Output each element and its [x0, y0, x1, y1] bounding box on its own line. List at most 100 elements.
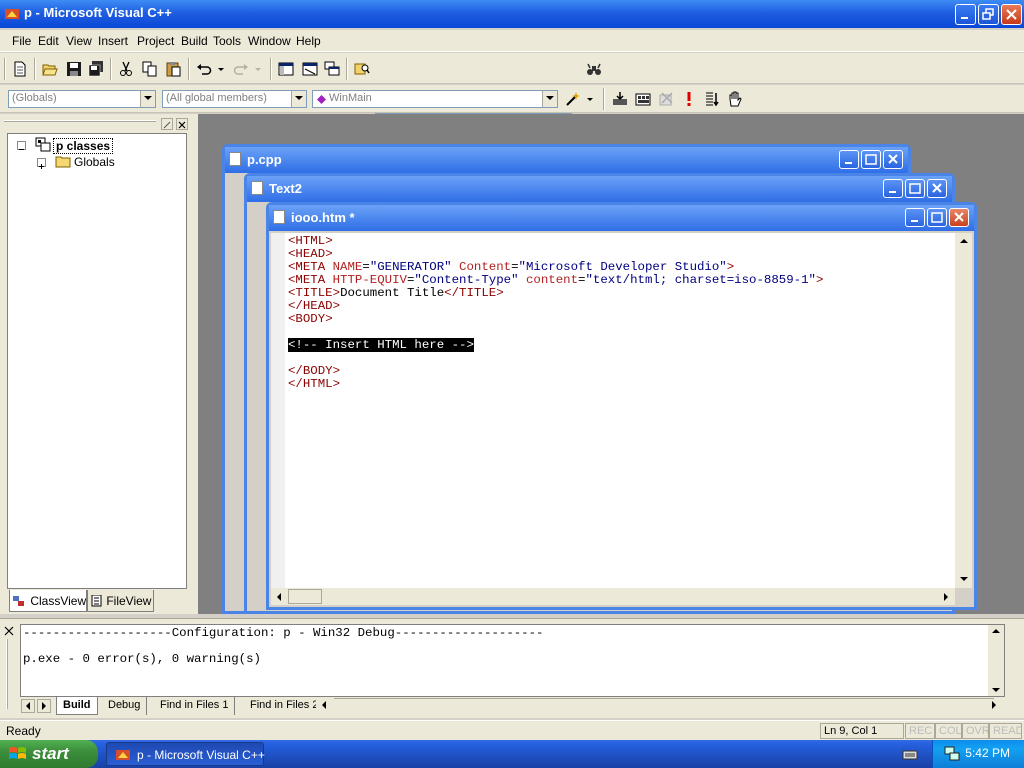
collapse-toggle[interactable] [17, 141, 26, 150]
wizard-action-dropdown[interactable] [584, 88, 596, 110]
document-title-bar[interactable]: Text2 [247, 176, 952, 202]
new-text-file-button[interactable] [9, 58, 31, 80]
redo-button[interactable] [230, 58, 252, 80]
title-bar[interactable]: p - Microsoft Visual C++ [0, 0, 1024, 28]
open-button[interactable] [39, 58, 61, 80]
menu-build[interactable]: Build [181, 34, 208, 48]
output-close-button[interactable] [4, 625, 14, 636]
tab-scroll-left[interactable] [21, 699, 35, 713]
function-combo[interactable]: WinMain [312, 90, 558, 108]
members-combo[interactable]: (All global members) [162, 90, 307, 108]
class-combo[interactable]: (Globals) [8, 90, 156, 108]
chevron-down-icon [546, 96, 554, 100]
close-button[interactable] [1001, 4, 1022, 25]
tab-build[interactable]: Build [56, 697, 98, 715]
tab-find-in-files-1[interactable]: Find in Files 1 [154, 697, 236, 715]
scroll-up-button[interactable] [955, 233, 972, 250]
document-minimize-button[interactable] [839, 150, 859, 169]
menu-insert[interactable]: Insert [98, 34, 128, 48]
document-title-bar[interactable]: iooo.htm * [269, 205, 974, 231]
editor-vertical-scrollbar[interactable] [955, 233, 972, 588]
output-text-area[interactable]: --------------------Configuration: p - W… [20, 624, 1005, 697]
breakpoint-button[interactable] [724, 88, 746, 110]
class-combo-dropdown[interactable] [140, 91, 155, 107]
undo-dropdown[interactable] [215, 58, 227, 80]
editor-gutter[interactable] [271, 233, 285, 588]
tree-root-label[interactable]: p classes [53, 138, 114, 154]
document-close-button[interactable] [949, 208, 969, 227]
panel-gripper[interactable] [4, 120, 156, 122]
tab-find-in-files-2[interactable]: Find in Files 2 [244, 697, 316, 715]
document-close-button[interactable] [927, 179, 947, 198]
tab-fileview[interactable]: FileView [87, 590, 154, 612]
toolbar-gripper[interactable] [4, 58, 6, 80]
menu-window[interactable]: Window [248, 34, 291, 48]
panel-close-button[interactable] [176, 118, 188, 130]
document-maximize-button[interactable] [861, 150, 881, 169]
document-title-bar[interactable]: p.cpp [225, 147, 908, 173]
taskbar-app-button[interactable]: p - Microsoft Visual C++ [106, 742, 265, 766]
network-icon[interactable] [943, 745, 961, 763]
compile-button[interactable] [609, 88, 631, 110]
menu-help[interactable]: Help [296, 34, 321, 48]
code-content[interactable]: <HTML> <HEAD> <META NAME="GENERATOR" Conte… [288, 235, 823, 391]
panel-restore-button[interactable] [161, 118, 173, 130]
go-button[interactable] [701, 88, 723, 110]
document-minimize-button[interactable] [883, 179, 903, 198]
document-close-button[interactable] [883, 150, 903, 169]
classes-icon [35, 137, 51, 152]
scroll-right-button[interactable] [938, 588, 955, 605]
minimize-button[interactable] [955, 4, 976, 25]
output-toggle-button[interactable] [299, 58, 321, 80]
chevron-down-icon [295, 96, 303, 100]
menu-view[interactable]: View [66, 34, 92, 48]
chevron-down-icon [144, 96, 152, 100]
tabs-scroll-left[interactable] [318, 699, 332, 713]
tab-scroll-right[interactable] [37, 699, 51, 713]
function-combo-dropdown[interactable] [542, 91, 557, 107]
menu-file[interactable]: File [12, 34, 31, 48]
build-button[interactable] [632, 88, 654, 110]
scroll-left-button[interactable] [271, 588, 288, 605]
paste-button[interactable] [162, 58, 184, 80]
restore-button[interactable] [978, 4, 999, 25]
wizard-action-button[interactable] [562, 88, 584, 110]
cut-button[interactable] [115, 58, 137, 80]
find-button[interactable] [583, 58, 605, 80]
class-tree[interactable]: p classes Globals [7, 133, 187, 589]
output-gripper[interactable] [6, 639, 8, 709]
toolbar-separator [188, 58, 190, 80]
redo-dropdown[interactable] [252, 58, 264, 80]
scroll-down-button[interactable] [955, 571, 972, 588]
output-horizontal-scrollbar[interactable] [334, 698, 994, 714]
save-all-button[interactable] [85, 58, 107, 80]
window-list-button[interactable] [321, 58, 343, 80]
members-combo-dropdown[interactable] [291, 91, 306, 107]
expand-toggle[interactable] [37, 158, 46, 169]
keyboard-tray-icon[interactable] [902, 746, 918, 762]
tree-item-globals[interactable]: Globals [74, 155, 115, 169]
document-maximize-button[interactable] [927, 208, 947, 227]
output-vertical-scrollbar[interactable] [988, 625, 1004, 696]
stop-build-button[interactable] [655, 88, 677, 110]
document-minimize-button[interactable] [905, 208, 925, 227]
document-maximize-button[interactable] [905, 179, 925, 198]
workspace-toggle-button[interactable] [275, 58, 297, 80]
scroll-thumb[interactable] [288, 589, 322, 604]
editor-horizontal-scrollbar[interactable] [271, 588, 955, 605]
document-window-iooo-htm[interactable]: iooo.htm * <HTML> <HEAD> <META NAME="GENER… [266, 202, 977, 610]
tab-debug[interactable]: Debug [102, 697, 148, 715]
menu-tools[interactable]: Tools [213, 34, 241, 48]
tab-classview[interactable]: ClassView [9, 590, 87, 612]
save-button[interactable] [63, 58, 85, 80]
code-editor[interactable]: <HTML> <HEAD> <META NAME="GENERATOR" Conte… [271, 233, 955, 588]
clock[interactable]: 5:42 PM [965, 746, 1010, 760]
tabs-scroll-right[interactable] [988, 699, 1002, 713]
copy-button[interactable] [139, 58, 161, 80]
find-in-files-button[interactable] [351, 58, 373, 80]
execute-button[interactable] [678, 88, 700, 110]
undo-button[interactable] [193, 58, 215, 80]
start-button[interactable]: start [0, 740, 98, 768]
menu-edit[interactable]: Edit [38, 34, 59, 48]
menu-project[interactable]: Project [137, 34, 174, 48]
